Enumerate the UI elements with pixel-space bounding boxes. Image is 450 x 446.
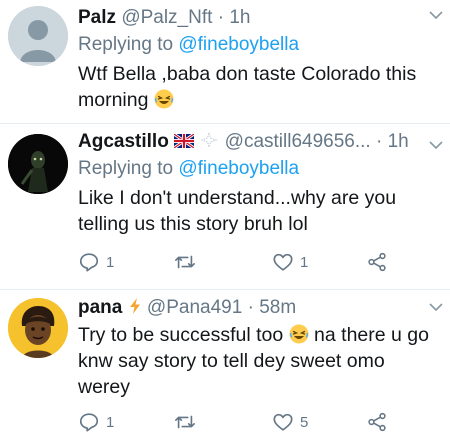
tweet-actions: 1 1: [78, 250, 388, 274]
reply-icon: [79, 253, 99, 272]
avatar-image: [8, 134, 68, 194]
tweet-header: Palz @Palz_Nft · 1h: [78, 6, 442, 30]
lightning-icon: [129, 298, 140, 314]
tweet-text: Wtf Bella ,baba don taste Colorado this …: [78, 61, 442, 113]
tweet-palz[interactable]: Palz @Palz_Nft · 1h Replying to @fineboy…: [0, 0, 450, 122]
avatar[interactable]: [8, 134, 68, 194]
uk-flag-icon: [173, 132, 195, 150]
tweet-header: pana @Pana491 · 58m: [78, 296, 442, 320]
replying-to-user-link[interactable]: @fineboybella: [178, 158, 299, 179]
display-name[interactable]: pana: [78, 297, 122, 318]
separator-dot: ·: [217, 7, 225, 28]
reply-button[interactable]: 1: [78, 250, 114, 274]
laughing-emoji-icon: [154, 89, 174, 109]
share-icon: [368, 252, 386, 272]
retweet-icon: [175, 255, 195, 269]
display-name[interactable]: Palz: [78, 7, 116, 28]
reply-button[interactable]: 1: [78, 410, 114, 434]
tweet-text: Like I don't understand...why are you te…: [78, 187, 397, 235]
like-button[interactable]: 1: [272, 250, 308, 274]
timestamp[interactable]: 1h: [388, 131, 409, 152]
user-handle[interactable]: @Palz_Nft: [121, 7, 212, 28]
avatar-image: [8, 298, 68, 358]
user-handle[interactable]: @Pana491: [147, 297, 242, 318]
tweet-agcastillo[interactable]: Agcastillo @castill649656... · 1h Replyi…: [0, 124, 450, 286]
tweet-text-body: Wtf Bella ,baba don taste Colorado this …: [78, 63, 417, 111]
replying-to-label: Replying to: [78, 34, 174, 55]
sparkle-icon: [200, 131, 218, 149]
share-button[interactable]: [366, 410, 394, 434]
tweet-text-part-1: Try to be successful too: [78, 324, 284, 346]
default-avatar-icon: [8, 6, 68, 66]
reply-count: 1: [106, 253, 115, 271]
tweet-actions: 1 5: [78, 410, 388, 434]
separator-dot: ·: [375, 131, 383, 152]
like-icon: [273, 253, 293, 271]
chevron-down-icon[interactable]: [428, 300, 444, 314]
share-icon: [368, 412, 386, 432]
reply-count: 1: [106, 413, 115, 431]
like-button[interactable]: 5: [272, 410, 308, 434]
avatar[interactable]: [8, 298, 68, 358]
user-handle[interactable]: @castill649656...: [225, 131, 371, 152]
chevron-down-icon[interactable]: [428, 8, 444, 22]
reply-icon: [79, 413, 99, 432]
laughing-emoji-icon: [289, 324, 309, 344]
share-button[interactable]: [366, 250, 394, 274]
chevron-down-icon[interactable]: [428, 138, 444, 152]
timestamp[interactable]: 58m: [259, 297, 296, 318]
separator-dot: ·: [247, 297, 254, 318]
like-icon: [273, 413, 293, 431]
retweet-button[interactable]: [174, 410, 202, 434]
replying-to: Replying to @fineboybella: [78, 33, 442, 57]
tweet-text: Try to be successful too na there u go k…: [78, 322, 442, 400]
replying-to: Replying to @fineboybella: [78, 157, 442, 181]
avatar[interactable]: [8, 6, 68, 66]
like-count: 5: [300, 413, 309, 431]
replying-to-label: Replying to: [78, 158, 174, 179]
like-count: 1: [300, 253, 309, 271]
retweet-icon: [175, 415, 195, 429]
tweet-header: Agcastillo @castill649656... · 1h: [78, 130, 442, 154]
timestamp[interactable]: 1h: [229, 7, 250, 28]
replying-to-user-link[interactable]: @fineboybella: [178, 34, 299, 55]
retweet-button[interactable]: [174, 250, 202, 274]
tweet-pana[interactable]: pana @Pana491 · 58m Try to be successful…: [0, 290, 450, 446]
display-name[interactable]: Agcastillo: [78, 131, 169, 152]
